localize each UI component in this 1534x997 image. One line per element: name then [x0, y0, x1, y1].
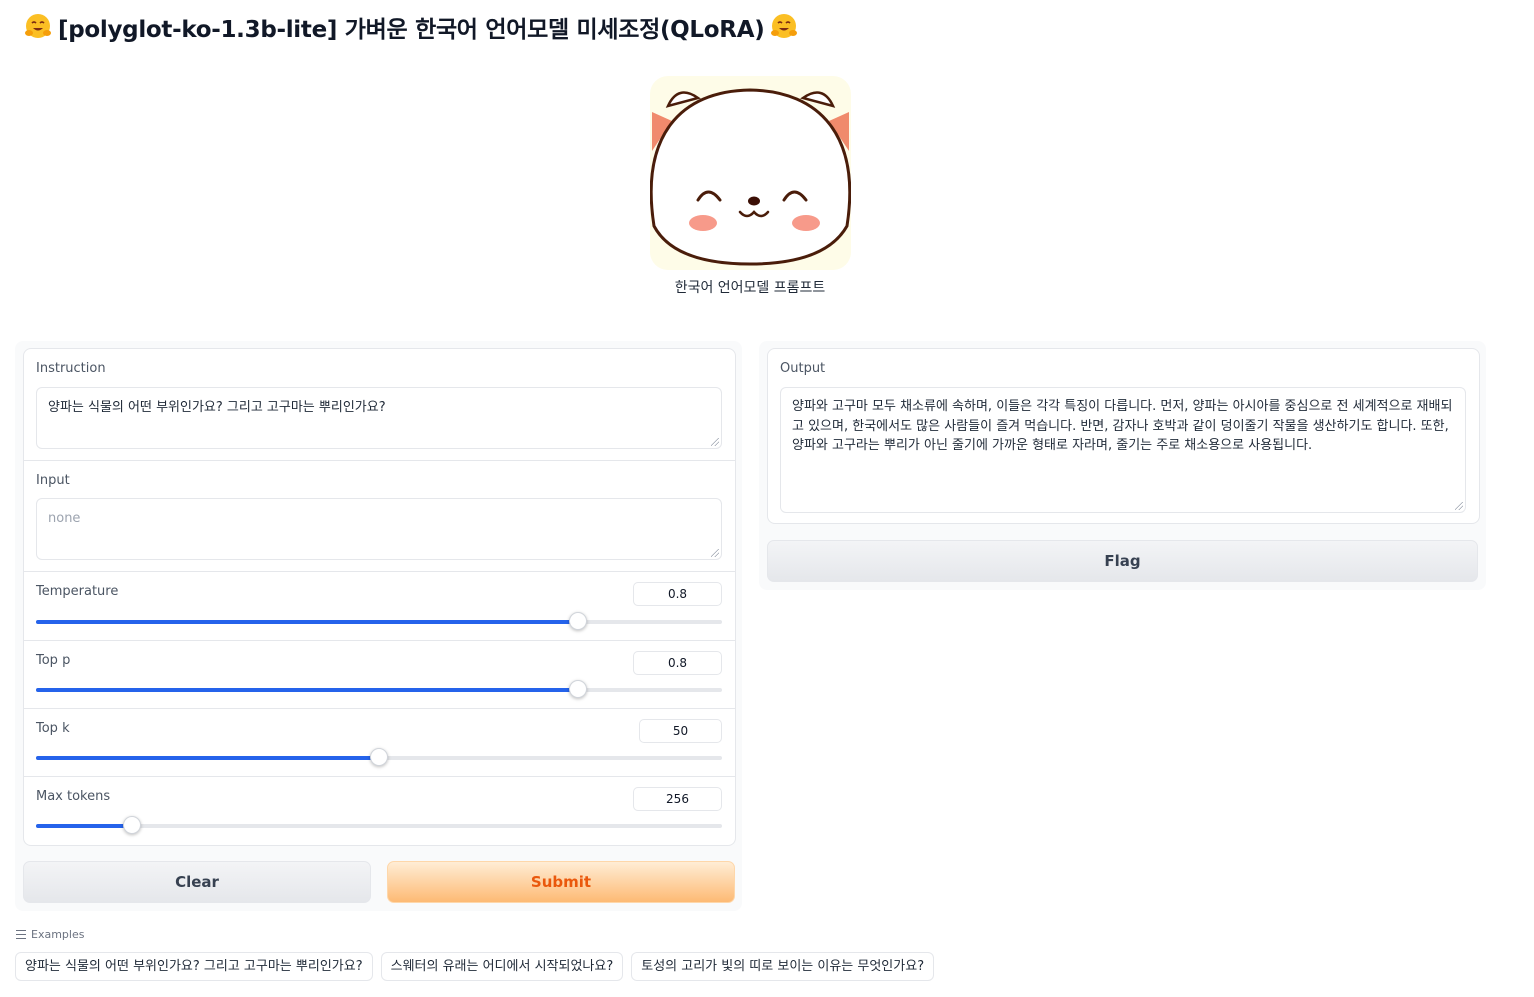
temperature-slider-block: Temperature 0.8 — [24, 571, 735, 641]
cat-face-icon — [649, 76, 852, 270]
instruction-textarea[interactable]: 양파는 식물의 어떤 부위인가요? 그리고 고구마는 뿌리인가요? — [36, 387, 722, 449]
temperature-label: Temperature — [36, 584, 119, 599]
resize-handle-icon[interactable] — [711, 549, 719, 557]
mascot-image — [649, 76, 852, 270]
output-value: 양파와 고구마 모두 채소류에 속하며, 이들은 각각 특징이 다릅니다. 먼저… — [792, 399, 1453, 453]
top-p-number-input[interactable]: 0.8 — [633, 651, 722, 675]
title-text: [polyglot-ko-1.3b-lite] 가벼운 한국어 언어모델 미세조… — [58, 17, 765, 43]
max-tokens-label: Max tokens — [36, 789, 111, 804]
example-item[interactable]: 토성의 고리가 빛의 띠로 보이는 이유는 무엇인가요? — [631, 952, 935, 981]
top-p-slider-block: Top p 0.8 — [24, 640, 735, 709]
hugging-face-icon — [25, 14, 51, 38]
instruction-block: Instruction 양파는 식물의 어떤 부위인가요? 그리고 고구마는 뿌… — [24, 349, 735, 460]
instruction-label: Instruction — [36, 361, 106, 376]
slider-fill — [36, 688, 578, 692]
examples-heading-text: Examples — [31, 928, 85, 941]
top-k-label: Top k — [36, 721, 70, 736]
example-item[interactable]: 스웨터의 유래는 어디에서 시작되었나요? — [380, 952, 624, 981]
input-placeholder: none — [48, 511, 81, 526]
output-box: Output 양파와 고구마 모두 채소류에 속하며, 이들은 각각 특징이 다… — [767, 348, 1480, 524]
top-p-label: Top p — [36, 653, 71, 668]
resize-handle-icon[interactable] — [1455, 502, 1463, 510]
slider-thumb[interactable] — [569, 680, 587, 698]
output-label: Output — [780, 361, 826, 376]
slider-fill — [36, 824, 132, 828]
submit-button[interactable]: Submit — [387, 861, 735, 903]
slider-thumb[interactable] — [370, 748, 388, 766]
input-panel: Instruction 양파는 식물의 어떤 부위인가요? 그리고 고구마는 뿌… — [15, 341, 742, 911]
top-k-number-input[interactable]: 50 — [639, 719, 722, 743]
top-k-slider[interactable] — [36, 748, 722, 766]
temperature-number-input[interactable]: 0.8 — [633, 582, 722, 606]
examples-heading: Examples — [16, 928, 84, 941]
examples-list: 양파는 식물의 어떤 부위인가요? 그리고 고구마는 뿌리인가요? 스웨터의 유… — [15, 952, 935, 981]
input-textarea[interactable]: none — [36, 498, 722, 560]
slider-fill — [36, 620, 578, 624]
example-item[interactable]: 양파는 식물의 어떤 부위인가요? 그리고 고구마는 뿌리인가요? — [15, 952, 373, 981]
output-textarea[interactable]: 양파와 고구마 모두 채소류에 속하며, 이들은 각각 특징이 다릅니다. 먼저… — [780, 387, 1466, 513]
mascot-caption: 한국어 언어모델 프롬프트 — [674, 280, 826, 296]
top-p-slider[interactable] — [36, 680, 722, 698]
max-tokens-number-input[interactable]: 256 — [633, 787, 722, 811]
input-label: Input — [36, 473, 70, 488]
resize-handle-icon[interactable] — [711, 438, 719, 446]
list-icon — [16, 930, 26, 939]
instruction-value: 양파는 식물의 어떤 부위인가요? 그리고 고구마는 뿌리인가요? — [48, 400, 386, 415]
clear-button[interactable]: Clear — [23, 861, 371, 903]
input-form: Instruction 양파는 식물의 어떤 부위인가요? 그리고 고구마는 뿌… — [23, 348, 736, 846]
slider-thumb[interactable] — [569, 612, 587, 630]
slider-fill — [36, 756, 379, 760]
max-tokens-slider-block: Max tokens 256 — [24, 776, 735, 846]
max-tokens-slider[interactable] — [36, 816, 722, 834]
page-title: [polyglot-ko-1.3b-lite] 가벼운 한국어 언어모델 미세조… — [18, 10, 804, 44]
input-block: Input none — [24, 460, 735, 572]
hugging-face-icon — [771, 14, 798, 38]
top-k-slider-block: Top k 50 — [24, 708, 735, 777]
output-panel: Output 양파와 고구마 모두 채소류에 속하며, 이들은 각각 특징이 다… — [759, 341, 1486, 590]
slider-thumb[interactable] — [123, 816, 141, 834]
temperature-slider[interactable] — [36, 612, 722, 630]
flag-button[interactable]: Flag — [767, 540, 1478, 582]
